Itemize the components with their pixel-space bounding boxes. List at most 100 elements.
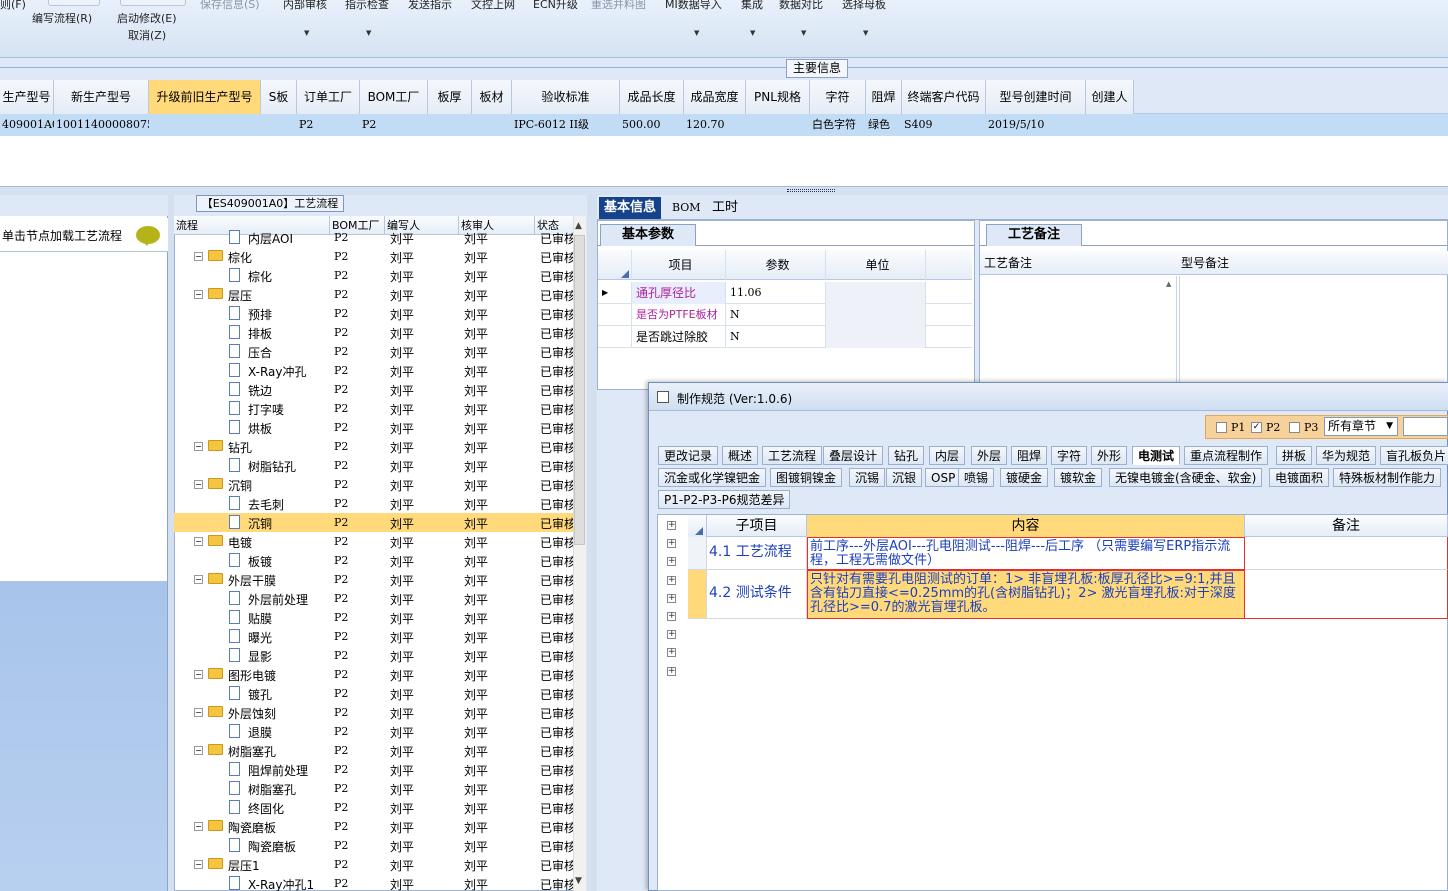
- flow-tree-row[interactable]: 烘板 P2 刘平 刘平 已审核: [174, 418, 574, 437]
- mi-import-button[interactable]: MI数据导入: [665, 0, 722, 12]
- chevron-down-icon[interactable]: ▼: [366, 29, 371, 37]
- info-header-cell[interactable]: 创建人: [1086, 80, 1134, 114]
- chapter-tab[interactable]: 拼板: [1276, 446, 1313, 465]
- flow-tree-row[interactable]: 镀孔 P2 刘平 刘平 已审核: [174, 684, 574, 703]
- collapse-icon[interactable]: −: [194, 708, 203, 717]
- flow-tree-row[interactable]: 曝光 P2 刘平 刘平 已审核: [174, 627, 574, 646]
- chapter-tab[interactable]: 电镀面积: [1269, 468, 1330, 487]
- chapter-tab[interactable]: OSP: [925, 468, 962, 487]
- horizontal-splitter[interactable]: [0, 186, 1448, 195]
- info-header-cell[interactable]: 订单工厂: [297, 80, 360, 114]
- info-header-cell[interactable]: 生产型号: [0, 80, 54, 114]
- flow-tree-row[interactable]: − 钻孔 P2 刘平 刘平 已审核: [174, 437, 574, 456]
- col-content[interactable]: 内容: [807, 515, 1245, 537]
- tab-process-notes[interactable]: 工艺备注: [986, 224, 1082, 246]
- param-value[interactable]: 11.06: [726, 282, 826, 304]
- chapter-tab[interactable]: P1-P2-P3-P6规范差异: [658, 490, 791, 509]
- collapse-icon[interactable]: −: [194, 670, 203, 679]
- col-param[interactable]: 参数: [726, 250, 826, 280]
- info-header-cell[interactable]: 阻焊: [866, 80, 902, 114]
- edit-flow-button[interactable]: 编写流程(R): [32, 10, 92, 26]
- info-cell[interactable]: P2: [360, 114, 428, 136]
- col-item[interactable]: 项目: [632, 250, 726, 280]
- scroll-down-icon[interactable]: ▼: [575, 876, 582, 886]
- flow-tree-row[interactable]: 阻焊前处理 P2 刘平 刘平 已审核: [174, 760, 574, 779]
- chapter-tab[interactable]: 钻孔: [888, 446, 925, 465]
- collapse-icon[interactable]: −: [194, 252, 203, 261]
- chapter-tab[interactable]: 外层: [971, 446, 1008, 465]
- info-header-cell[interactable]: 成品长度: [620, 80, 684, 114]
- expand-icon[interactable]: +: [667, 575, 676, 585]
- flow-tree-row[interactable]: 贴膜 P2 刘平 刘平 已审核: [174, 608, 574, 627]
- expand-icon[interactable]: +: [667, 612, 676, 621]
- info-header-cell[interactable]: 板厚: [428, 80, 472, 114]
- chapter-tab[interactable]: 字符: [1051, 446, 1088, 465]
- col-sub-item[interactable]: 子项目: [707, 515, 807, 537]
- p2-checkbox[interactable]: ✓: [1251, 422, 1262, 433]
- p3-checkbox[interactable]: [1289, 422, 1300, 433]
- info-header-cell[interactable]: 板材: [472, 80, 512, 114]
- save-info-button[interactable]: 保存信息(S): [200, 0, 260, 12]
- info-cell[interactable]: [1086, 114, 1134, 136]
- collapse-icon[interactable]: −: [194, 537, 203, 546]
- scroll-up-icon[interactable]: ▲: [575, 221, 582, 231]
- flow-tree-row[interactable]: 棕化 P2 刘平 刘平 已审核: [174, 266, 574, 285]
- info-header-cell[interactable]: PNL规格: [746, 80, 810, 114]
- flow-tree-row[interactable]: X-Ray冲孔 P2 刘平 刘平 已审核: [174, 361, 574, 380]
- chevron-down-icon[interactable]: ▼: [304, 29, 309, 37]
- collapse-icon[interactable]: −: [194, 480, 203, 489]
- param-row[interactable]: ▶ 通孔厚径比 11.06: [598, 282, 972, 304]
- info-cell[interactable]: IPC-6012 II级: [512, 114, 620, 136]
- tab-basic-info[interactable]: 基本信息: [599, 197, 662, 219]
- vertical-splitter[interactable]: [587, 195, 597, 891]
- info-cell[interactable]: [746, 114, 810, 136]
- chevron-down-icon[interactable]: ▼: [863, 29, 868, 37]
- send-instruction-button[interactable]: 发送指示: [408, 0, 452, 12]
- flow-tree-row[interactable]: − 层压1 P2 刘平 刘平 已审核: [174, 855, 574, 874]
- chevron-down-icon[interactable]: ▼: [750, 29, 755, 37]
- flow-tree-row[interactable]: 树脂钻孔 P2 刘平 刘平 已审核: [174, 456, 574, 475]
- chapter-tab[interactable]: 镀软金: [1054, 468, 1103, 487]
- flow-tree-row[interactable]: − 图形电镀 P2 刘平 刘平 已审核: [174, 665, 574, 684]
- search-input[interactable]: [1403, 417, 1448, 436]
- integrate-button[interactable]: 集成: [741, 0, 763, 12]
- info-cell[interactable]: 2019/5/10: [986, 114, 1086, 136]
- flow-tree-row[interactable]: X-Ray冲孔1 P2 刘平 刘平 已审核: [174, 874, 574, 891]
- info-cell[interactable]: 白色字符: [810, 114, 866, 136]
- cancel-button[interactable]: 取消(Z): [128, 27, 166, 43]
- spec-note[interactable]: [1245, 570, 1448, 619]
- chapter-tab[interactable]: 特殊板材制作能力: [1333, 468, 1442, 487]
- flow-tree-row[interactable]: 内层AOI P2 刘平 刘平 已审核: [174, 228, 574, 247]
- chapter-tab[interactable]: 图镀铜镍金: [770, 468, 843, 487]
- collapse-icon[interactable]: −: [194, 822, 203, 831]
- flow-tree-row[interactable]: 压合 P2 刘平 刘平 已审核: [174, 342, 574, 361]
- param-row[interactable]: 是否跳过除胶 N: [598, 326, 972, 348]
- chevron-down-icon[interactable]: ▼: [801, 29, 806, 37]
- chapter-tab[interactable]: 沉锡: [849, 468, 886, 487]
- chapter-tab[interactable]: 外形: [1091, 446, 1128, 465]
- collapse-icon[interactable]: −: [194, 746, 203, 755]
- main-info-row[interactable]: 409001A0 10011400008075 P2 P2 IPC-6012 II级 50…: [0, 114, 1448, 136]
- info-header-cell[interactable]: 型号创建时间: [986, 80, 1086, 114]
- expand-icon[interactable]: +: [667, 539, 676, 549]
- info-header-cell[interactable]: 字符: [810, 80, 866, 114]
- flow-tree-row[interactable]: − 外层干膜 P2 刘平 刘平 已审核: [174, 570, 574, 589]
- flow-tree-row[interactable]: 外层前处理 P2 刘平 刘平 已审核: [174, 589, 574, 608]
- ecn-upgrade-button[interactable]: ECN升级: [533, 0, 578, 12]
- flow-tree-row[interactable]: 预排 P2 刘平 刘平 已审核: [174, 304, 574, 323]
- dialog-titlebar[interactable]: 制作规范 (Ver:1.0.6): [649, 383, 1448, 411]
- chapter-tab[interactable]: 重点流程制作: [1184, 446, 1269, 465]
- doc-online-button[interactable]: 文控上网: [471, 0, 515, 12]
- tab-basic-params[interactable]: 基本参数: [600, 224, 696, 246]
- chapter-tab[interactable]: 华为规范: [1316, 446, 1377, 465]
- expand-icon[interactable]: +: [667, 593, 676, 603]
- flow-tree-row[interactable]: 板镀 P2 刘平 刘平 已审核: [174, 551, 574, 570]
- expand-icon[interactable]: +: [667, 666, 676, 676]
- info-cell[interactable]: 500.00: [620, 114, 684, 136]
- spec-content[interactable]: 前工序---外层AOI---孔电阻测试---阻焊---后工序 （只需要编写ERP…: [807, 537, 1245, 570]
- flow-tree-row[interactable]: 显影 P2 刘平 刘平 已审核: [174, 646, 574, 665]
- check-instruction-button[interactable]: 指示检查: [345, 0, 389, 12]
- flow-tree-row[interactable]: − 棕化 P2 刘平 刘平 已审核: [174, 247, 574, 266]
- chapter-tab[interactable]: 无镍电镀金(含硬金、软金): [1109, 468, 1263, 487]
- info-cell[interactable]: [472, 114, 512, 136]
